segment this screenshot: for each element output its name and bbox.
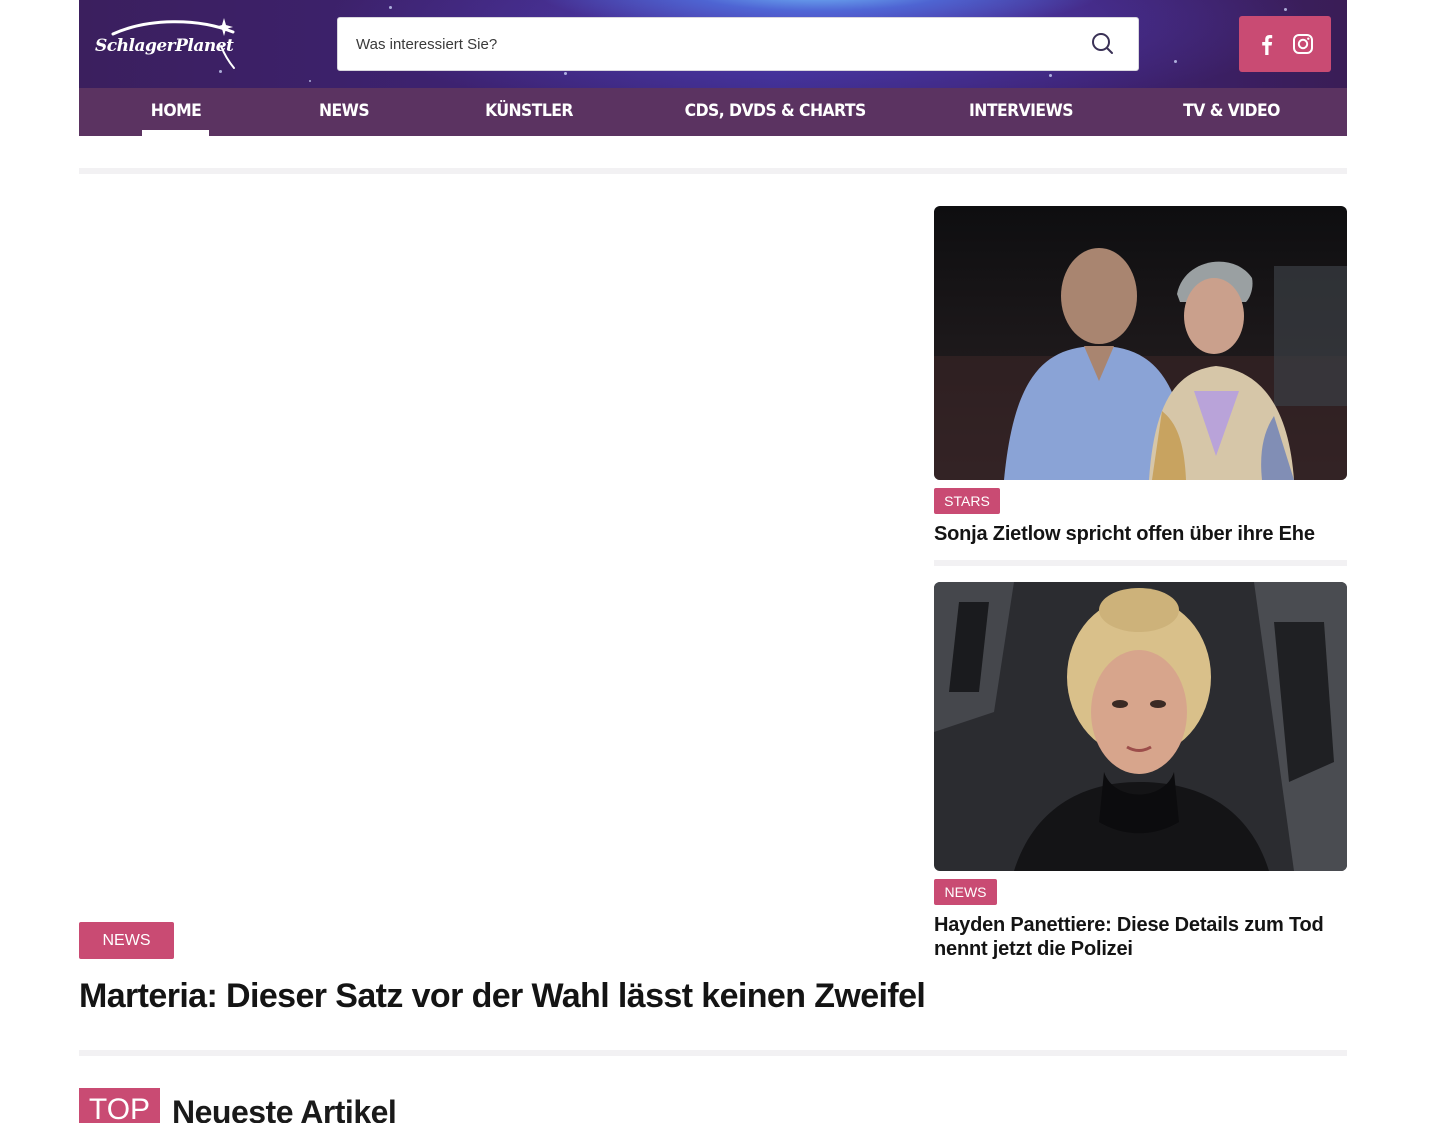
section-tag: TOP: [79, 1088, 160, 1123]
logo-text: SchlagerPlanet: [95, 36, 234, 56]
nav-item-tv-video[interactable]: TV & VIDEO: [1183, 88, 1280, 136]
social-links: [1239, 16, 1331, 72]
photo-woman-image: [934, 582, 1347, 871]
sparkle-decoration: [1284, 8, 1287, 11]
article-category-badge[interactable]: STARS: [934, 488, 1000, 514]
article-title[interactable]: Sonja Zietlow spricht offen über ihre Eh…: [934, 522, 1347, 546]
card-divider: [934, 560, 1347, 566]
hero-category-badge[interactable]: NEWS: [79, 922, 174, 959]
instagram-icon[interactable]: [1292, 33, 1314, 55]
search-box: [337, 17, 1139, 71]
nav-item-news[interactable]: NEWS: [312, 88, 376, 136]
nav-active-indicator: [142, 130, 209, 136]
article-image-hayden-panettiere[interactable]: [934, 582, 1347, 871]
main-navigation: HOME NEWS KÜNSTLER CDS, DVDS & CHARTS IN…: [79, 88, 1347, 136]
sparkle-decoration: [1174, 60, 1177, 63]
search-input[interactable]: [338, 18, 1078, 70]
site-logo[interactable]: SchlagerPlanet: [93, 16, 243, 72]
nav-item-cds-dvds-charts[interactable]: CDS, DVDS & CHARTS: [685, 88, 867, 136]
sparkle-decoration: [1049, 74, 1052, 77]
hero-image[interactable]: [79, 206, 909, 906]
nav-item-kuenstler[interactable]: KÜNSTLER: [483, 88, 575, 136]
section-divider: [79, 168, 1347, 174]
section-title: Neueste Artikel: [172, 1094, 397, 1123]
facebook-icon[interactable]: [1257, 33, 1277, 55]
article-category-badge[interactable]: NEWS: [934, 879, 997, 905]
search-icon[interactable]: [1090, 31, 1116, 57]
nav-item-interviews[interactable]: INTERVIEWS: [969, 88, 1073, 136]
sparkle-decoration: [309, 80, 311, 82]
site-header: SchlagerPlanet: [79, 0, 1347, 88]
hero-title[interactable]: Marteria: Dieser Satz vor der Wahl lässt…: [79, 976, 926, 1016]
sparkle-decoration: [564, 72, 567, 75]
nav-item-home[interactable]: HOME: [142, 88, 210, 136]
section-divider: [79, 1050, 1347, 1056]
sparkle-decoration: [389, 6, 392, 9]
article-title[interactable]: Hayden Panettiere: Diese Details zum Tod…: [934, 913, 1347, 961]
article-image-sonja-zietlow[interactable]: [934, 206, 1347, 480]
photo-couple-image: [934, 206, 1347, 480]
